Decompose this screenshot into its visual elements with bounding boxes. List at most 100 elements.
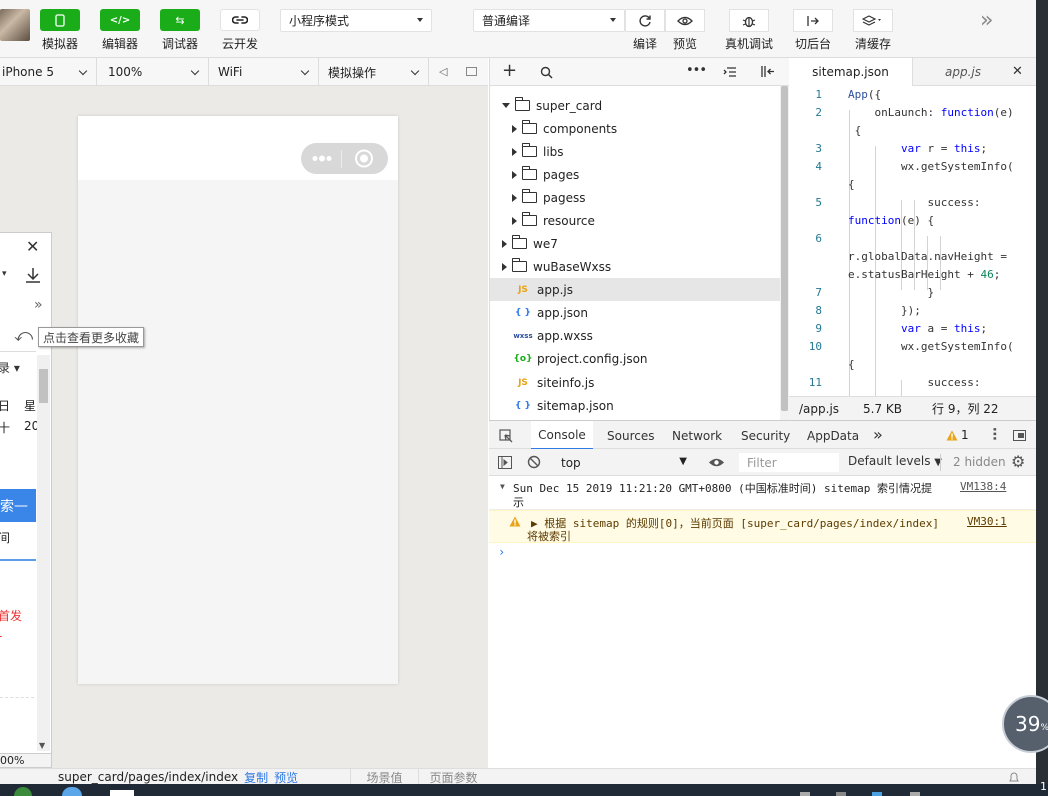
add-icon[interactable]: + (502, 60, 517, 81)
search-button[interactable]: 搜索— (0, 489, 36, 522)
console-message-warning[interactable]: ▶ 根据 sitemap 的规则[0]，当前页面 [super_card/pag… (489, 510, 1036, 543)
tree-file-siteinfo-js[interactable]: JS siteinfo.js (490, 371, 780, 394)
download-icon[interactable] (24, 266, 42, 284)
tray-icon[interactable] (800, 792, 810, 796)
start-icon[interactable] (14, 787, 32, 796)
copy-path-link[interactable]: 复制 (244, 769, 268, 786)
close-tab-icon[interactable]: ✕ (1012, 64, 1023, 79)
status-cursor[interactable]: 行 9，列 22 (932, 400, 999, 417)
eye-icon[interactable] (708, 457, 725, 468)
caret-down-icon[interactable]: ▾ (2, 269, 7, 279)
close-icon[interactable]: ✕ (26, 237, 39, 256)
tree-file-sitemap-json[interactable]: { } sitemap.json (490, 394, 780, 417)
tab-security[interactable]: Security (741, 421, 790, 450)
expand-more-icon[interactable]: » (34, 297, 43, 313)
clear-console-icon[interactable] (527, 455, 541, 469)
console-settings-icon[interactable]: ⚙ (1011, 452, 1025, 471)
console-prompt-icon[interactable]: › (498, 545, 505, 559)
tab-console[interactable]: Console (531, 421, 593, 450)
tree-folder-libs[interactable]: libs (490, 140, 780, 163)
toolbar-more-icon[interactable]: » (980, 8, 993, 33)
tree-file-app-wxss[interactable]: wxss app.wxss (490, 324, 780, 347)
message-source-link[interactable]: VM30:1 (967, 515, 1007, 528)
file-tree-scrollbar[interactable] (780, 86, 789, 420)
tray-icon[interactable] (836, 792, 846, 796)
context-select[interactable]: top ▼ (555, 452, 693, 473)
page-params-button[interactable]: 页面参数 (418, 769, 488, 785)
log-levels-select[interactable]: Default levels ▼ (848, 454, 942, 468)
devtools-menu-icon[interactable]: ⋯ (986, 427, 1002, 441)
zoom-select[interactable]: 100% (97, 58, 209, 86)
more-options-icon[interactable]: ••• (686, 63, 707, 78)
window-icon[interactable] (466, 67, 477, 76)
search-icon[interactable] (540, 66, 553, 79)
tree-file-app-js[interactable]: JS app.js (490, 278, 780, 301)
volume-icon[interactable]: ◁ (439, 65, 447, 78)
remote-debug-button[interactable] (729, 9, 769, 32)
inspect-element-icon[interactable] (499, 429, 513, 443)
scroll-thumb[interactable] (39, 369, 48, 403)
sidebar-toggle-icon[interactable] (498, 456, 512, 469)
message-source-link[interactable]: VM138:4 (960, 480, 1006, 493)
editor-toggle-button[interactable]: </> (100, 9, 140, 31)
simulator-toggle-button[interactable] (40, 9, 80, 31)
tree-item-label: pages (543, 167, 580, 182)
tray-icon[interactable] (910, 792, 920, 796)
tree-folder-components[interactable]: components (490, 117, 780, 140)
tab-appdata[interactable]: AppData (807, 421, 859, 450)
expand-arrow-icon (502, 103, 510, 108)
tab-label: Security (741, 428, 791, 443)
compile-button[interactable] (625, 9, 665, 32)
notification-bell-icon[interactable] (1008, 771, 1020, 783)
more-tabs-icon[interactable]: » (873, 425, 883, 444)
expand-arrow-icon[interactable]: ▼ (500, 482, 505, 491)
scene-value-button[interactable]: 场景值 (350, 769, 418, 785)
tree-folder-resource[interactable]: resource (490, 209, 780, 232)
tree-file-project-config[interactable]: {o} project.config.json (490, 347, 780, 370)
tab-network[interactable]: Network (672, 421, 722, 450)
scroll-down-icon[interactable]: ▼ (39, 741, 45, 750)
mode-select[interactable]: 小程序模式 (280, 9, 432, 32)
collapse-all-icon[interactable] (723, 66, 737, 78)
preview-path-link[interactable]: 预览 (274, 769, 298, 786)
preview-button[interactable] (665, 9, 705, 32)
debugger-toggle-button[interactable]: ⇆ (160, 9, 200, 31)
tab-app-js[interactable]: app.js (913, 58, 1013, 86)
undo-icon[interactable]: ⤺ (14, 325, 33, 346)
window-taskbar-icon[interactable] (110, 790, 134, 796)
switch-background-button[interactable] (793, 9, 833, 32)
close-target-icon[interactable] (342, 143, 388, 174)
cloud-dev-button[interactable] (220, 9, 260, 31)
tree-folder-we7[interactable]: we7 (490, 232, 780, 255)
tree-folder-wuBaseWxss[interactable]: wuBaseWxss (490, 255, 780, 278)
phone-screen[interactable] (78, 116, 398, 684)
console-filter-input[interactable]: Filter (739, 453, 839, 472)
panel-scrollbar[interactable]: ▼ (37, 355, 50, 751)
capsule-menu[interactable] (301, 143, 388, 174)
scroll-thumb[interactable] (781, 86, 788, 411)
tree-folder-super_card[interactable]: super_card (490, 94, 780, 117)
code-line: success: (848, 196, 981, 209)
code-editor[interactable]: 1 App({2 onLaunch: function(e) {3 var r =… (789, 86, 1036, 396)
tree-file-app-json[interactable]: { } app.json (490, 301, 780, 324)
operation-select[interactable]: 模拟操作 (319, 58, 429, 86)
news-fragment[interactable]: 首发 (0, 607, 22, 624)
browser-taskbar-icon[interactable] (62, 787, 82, 796)
device-select[interactable]: iPhone 5 (0, 58, 97, 86)
console-message-info[interactable]: ▼ Sun Dec 15 2019 11:21:20 GMT+0800 (中国标… (489, 476, 1036, 510)
tray-icon[interactable] (872, 792, 882, 796)
avatar[interactable] (0, 9, 30, 41)
warning-counter[interactable]: 1 (946, 428, 969, 442)
clear-cache-label: 清缓存 (854, 37, 892, 51)
compile-select[interactable]: 普通编译 (473, 9, 625, 32)
more-dots-icon[interactable] (301, 143, 341, 174)
undock-icon[interactable] (1013, 430, 1026, 441)
hide-tree-icon[interactable] (760, 65, 776, 78)
network-select[interactable]: WiFi (209, 58, 319, 86)
tab-sitemap-json[interactable]: sitemap.json (789, 58, 913, 86)
tab-sources[interactable]: Sources (607, 421, 654, 450)
tree-folder-pagess[interactable]: pagess (490, 186, 780, 209)
clear-cache-button[interactable] (853, 9, 893, 32)
directory-label[interactable]: 录 ▾ (0, 359, 20, 376)
tree-folder-pages[interactable]: pages (490, 163, 780, 186)
